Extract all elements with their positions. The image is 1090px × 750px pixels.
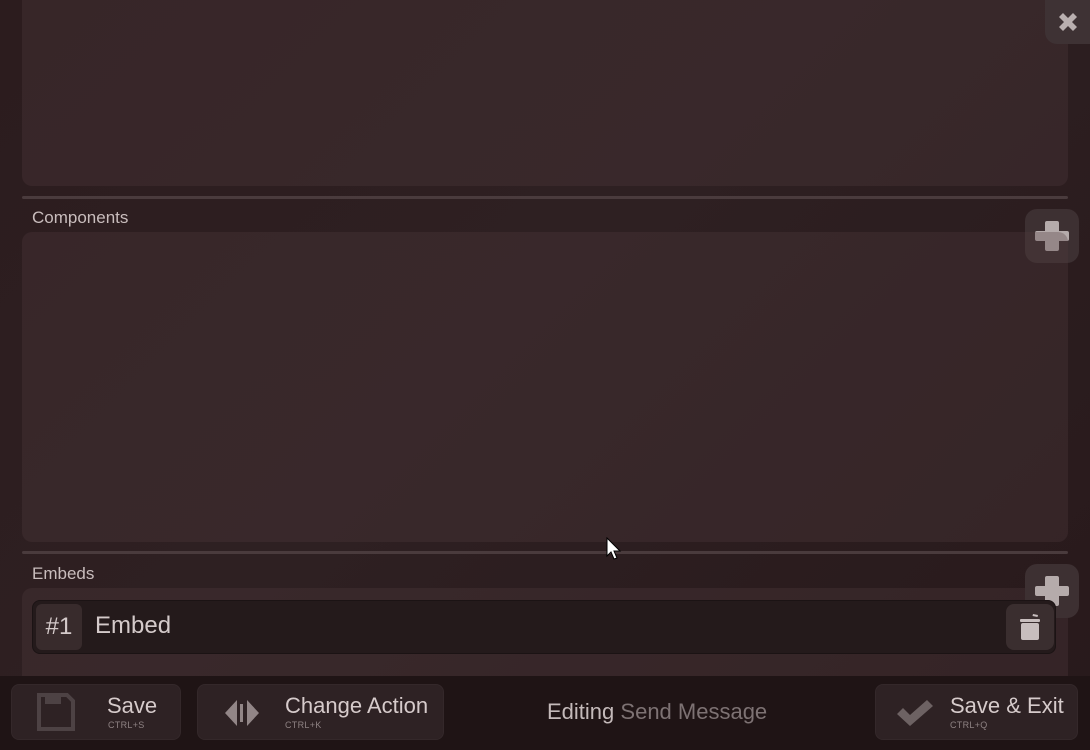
arrows-left-right-icon (225, 700, 259, 726)
embed-number-badge: #1 (36, 604, 82, 650)
change-action-shortcut: CTRL+K (285, 720, 322, 730)
floppy-disk-icon (37, 693, 75, 731)
components-label: Components (32, 208, 129, 227)
save-exit-shortcut: CTRL+Q (950, 720, 988, 730)
section-divider (22, 551, 1068, 554)
change-action-button[interactable]: Change Action CTRL+K (197, 684, 444, 740)
embed-title: Embed (95, 612, 172, 639)
change-action-label: Change Action (285, 693, 429, 718)
delete-embed-button[interactable] (1006, 604, 1054, 650)
mouse-cursor-icon (606, 537, 622, 560)
editing-target: Send Message (620, 699, 768, 724)
section-divider (22, 196, 1068, 199)
close-icon (1058, 13, 1077, 31)
save-exit-button[interactable]: Save & Exit CTRL+Q (875, 684, 1078, 740)
action-editor-window: Components Embeds #1 Embed Save CTRL+S C… (0, 0, 1090, 750)
components-panel (22, 232, 1068, 542)
editing-status: Editing Send Message (547, 699, 767, 725)
embed-item[interactable]: #1 Embed (32, 600, 1056, 654)
embeds-label: Embeds (32, 564, 95, 583)
close-button[interactable] (1045, 0, 1090, 44)
editing-prefix: Editing (547, 699, 615, 724)
save-shortcut: CTRL+S (108, 720, 145, 730)
checkmark-icon (897, 700, 933, 726)
trash-icon (1020, 614, 1040, 640)
save-label: Save (107, 693, 158, 718)
save-button[interactable]: Save CTRL+S (11, 684, 181, 740)
save-exit-label: Save & Exit (950, 693, 1064, 718)
top-content-panel (22, 0, 1068, 186)
